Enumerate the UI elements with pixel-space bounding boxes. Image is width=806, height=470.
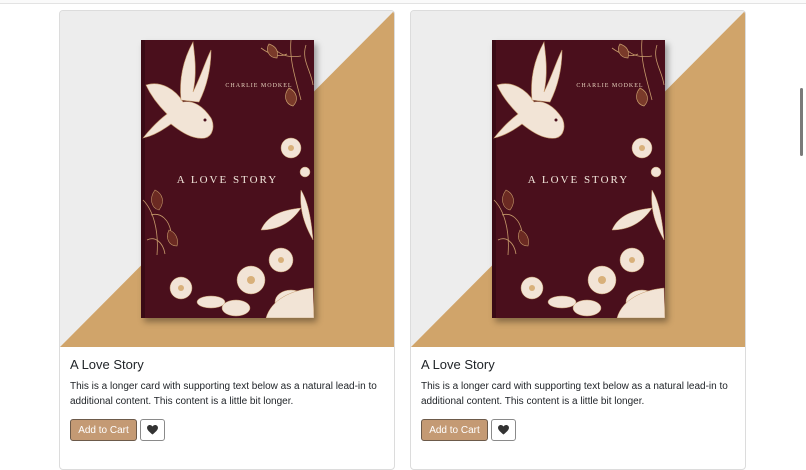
favorite-button[interactable] bbox=[491, 419, 516, 441]
product-card: CHARLIE MODKEL A LOVE STORY A Love Story… bbox=[410, 10, 746, 470]
add-to-cart-button[interactable]: Add to Cart bbox=[70, 419, 137, 441]
card-body: A Love Story This is a longer card with … bbox=[60, 347, 394, 441]
product-description: This is a longer card with supporting te… bbox=[70, 381, 377, 407]
scrollbar-thumb[interactable] bbox=[800, 88, 803, 156]
book-author: CHARLIE MODKEL bbox=[576, 83, 644, 89]
product-title: A Love Story bbox=[421, 357, 495, 372]
product-card-grid: CHARLIE MODKEL A LOVE STORY A Love Story… bbox=[0, 0, 806, 470]
heart-icon bbox=[498, 425, 509, 435]
book-title: A LOVE STORY bbox=[176, 174, 279, 186]
add-to-cart-button[interactable]: Add to Cart bbox=[421, 419, 488, 441]
book-title: A LOVE STORY bbox=[527, 174, 630, 186]
card-actions: Add to Cart bbox=[421, 419, 735, 441]
book-cover: CHARLIE MODKEL A LOVE STORY bbox=[492, 40, 665, 318]
product-description: This is a longer card with supporting te… bbox=[421, 381, 728, 407]
product-card: CHARLIE MODKEL A LOVE STORY A Love Story… bbox=[59, 10, 395, 470]
product-image: CHARLIE MODKEL A LOVE STORY bbox=[60, 11, 394, 347]
vertical-scrollbar[interactable] bbox=[798, 0, 806, 445]
heart-icon bbox=[147, 425, 158, 435]
favorite-button[interactable] bbox=[140, 419, 165, 441]
product-title: A Love Story bbox=[70, 357, 144, 372]
product-image: CHARLIE MODKEL A LOVE STORY bbox=[411, 11, 745, 347]
book-cover: CHARLIE MODKEL A LOVE STORY bbox=[141, 40, 314, 318]
card-actions: Add to Cart bbox=[70, 419, 384, 441]
book-author: CHARLIE MODKEL bbox=[225, 83, 293, 89]
card-body: A Love Story This is a longer card with … bbox=[411, 347, 745, 441]
